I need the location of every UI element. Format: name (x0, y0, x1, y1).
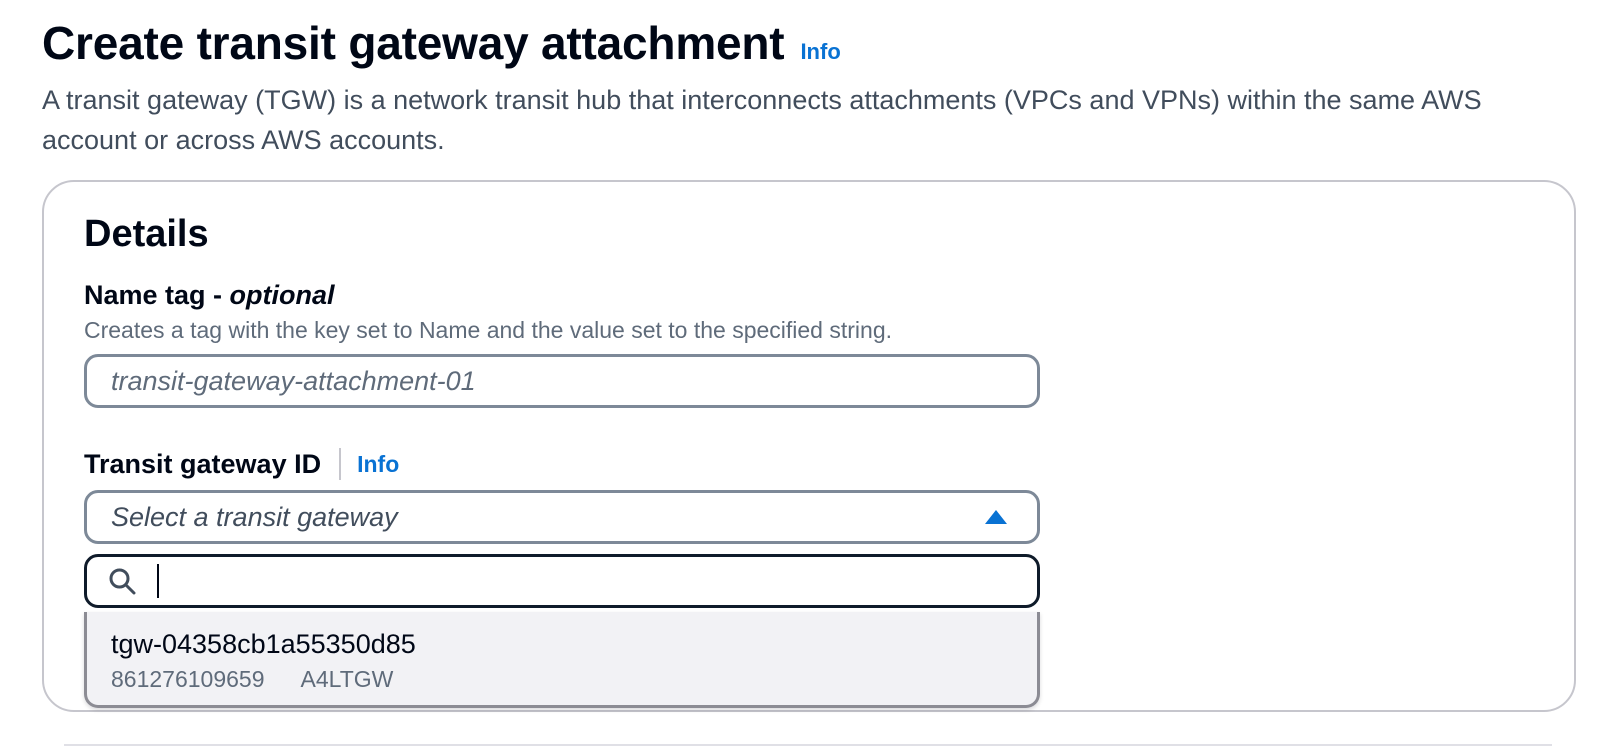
next-card-edge (64, 744, 1552, 746)
transit-gateway-label: Transit gateway ID Info (84, 446, 399, 482)
name-tag-label: Name tag - optional (84, 277, 335, 313)
title-info-link[interactable]: Info (800, 39, 840, 65)
option-label: tgw-04358cb1a55350d85 (111, 629, 416, 659)
transit-gateway-info-link[interactable]: Info (357, 446, 399, 482)
details-title: Details (84, 213, 209, 255)
name-tag-label-text: Name tag - (84, 280, 230, 310)
transit-gateway-dropdown: tgw-04358cb1a55350d85 861276109659 A4LTG… (84, 554, 1040, 708)
transit-gateway-select[interactable]: Select a transit gateway (84, 490, 1040, 544)
filter-input[interactable] (153, 564, 1017, 598)
text-cursor (157, 564, 159, 598)
transit-gateway-label-text: Transit gateway ID (84, 449, 322, 479)
page-title: Create transit gateway attachment (42, 17, 785, 69)
select-placeholder: Select a transit gateway (111, 501, 398, 532)
page: Create transit gateway attachment Info A… (0, 0, 1618, 748)
page-description: A transit gateway (TGW) is a network tra… (42, 85, 1482, 155)
option-item[interactable]: tgw-04358cb1a55350d85 861276109659 A4LTG… (87, 612, 1037, 694)
page-header: Create transit gateway attachment Info A… (42, 12, 1582, 160)
dropdown-filter[interactable] (84, 554, 1040, 608)
option-account-tag: 861276109659 (111, 666, 265, 692)
title-row: Create transit gateway attachment Info (42, 12, 1582, 74)
option-list: tgw-04358cb1a55350d85 861276109659 A4LTG… (84, 612, 1040, 708)
name-tag-description: Creates a tag with the key set to Name a… (84, 317, 892, 343)
option-name-tag: A4LTGW (300, 666, 394, 692)
caret-up-icon (985, 510, 1007, 524)
option-tags: 861276109659 A4LTGW (111, 664, 1013, 694)
name-tag-input[interactable] (84, 354, 1040, 408)
optional-label: optional (229, 280, 335, 310)
search-icon (109, 568, 136, 595)
label-divider (339, 448, 342, 480)
